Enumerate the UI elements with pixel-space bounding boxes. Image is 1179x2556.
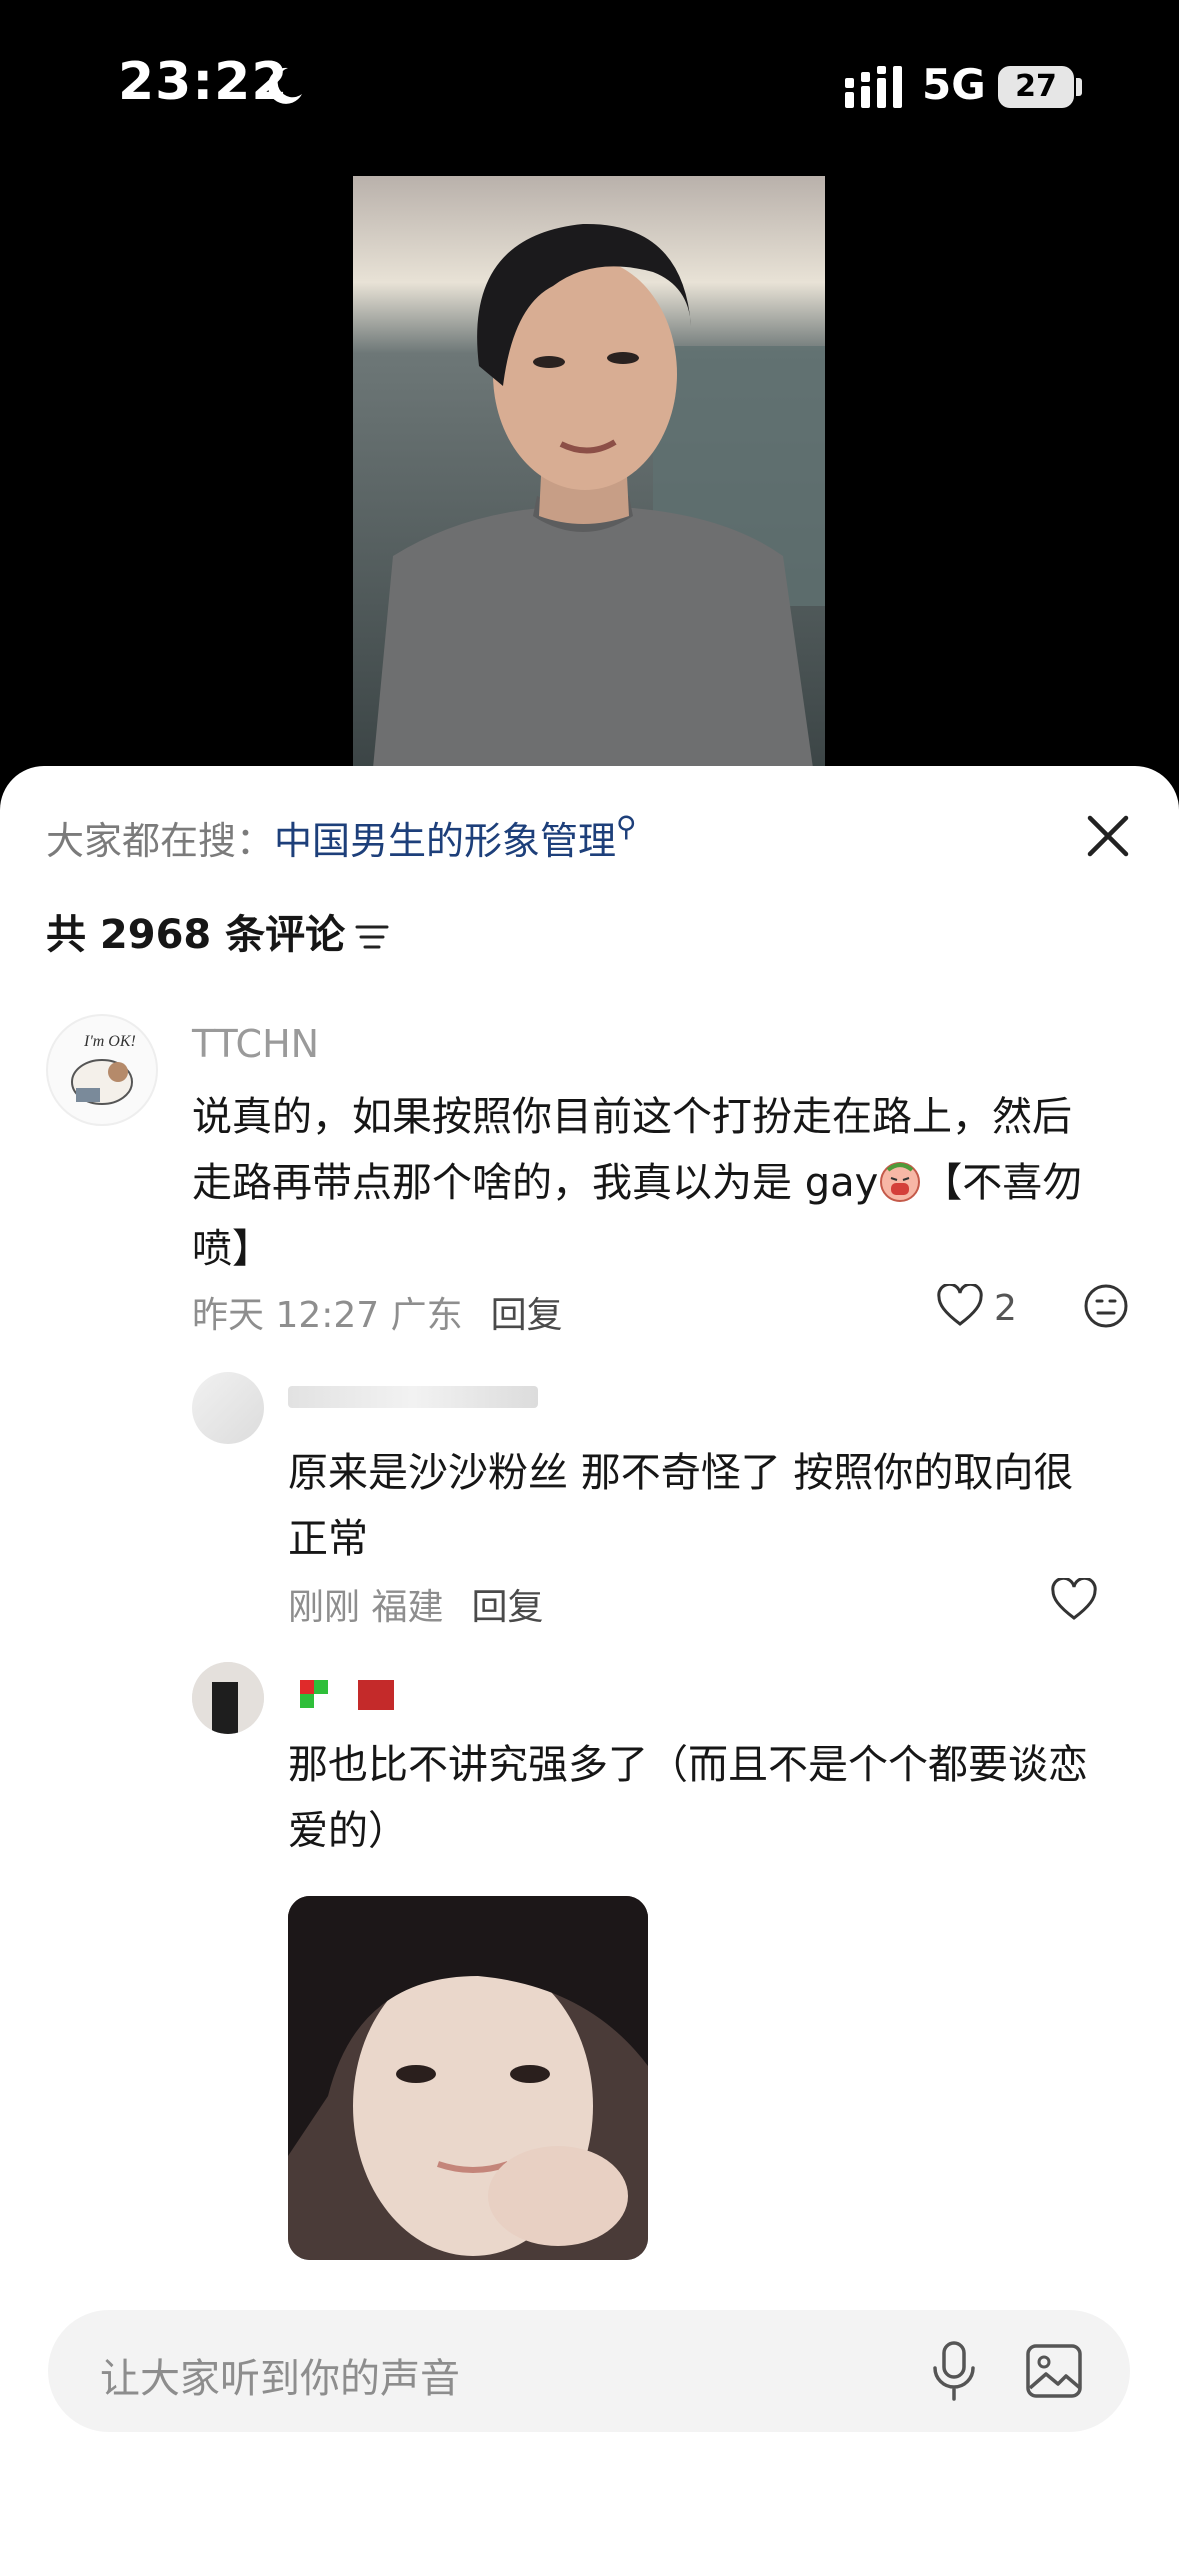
avatar[interactable] xyxy=(192,1372,264,1444)
video-frame-image xyxy=(353,176,825,768)
battery-indicator: 27 xyxy=(998,66,1074,108)
comment-body: 原来是沙沙粉丝 那不奇怪了 按照你的取向很 正常 xyxy=(288,1440,1148,1572)
comment-sheet: 大家都在搜：中国男生的形象管理⚲ 共 2968 条评论 I'm OK! TTCH… xyxy=(0,766,1179,2556)
comment-time: 刚刚 福建 xyxy=(288,1587,444,1628)
comment-meta: 昨天 12:27 广东 回复 xyxy=(192,1286,563,1338)
comment-line: 走路再带点那个啥的，我真以为是 gay 【不喜勿 xyxy=(192,1150,1152,1216)
avatar[interactable]: I'm OK! xyxy=(46,1014,158,1126)
comment-line: 那也比不讲究强多了（而且不是个个都要谈恋 xyxy=(288,1742,1088,1788)
emoji-icon[interactable] xyxy=(1082,1282,1130,1330)
search-icon: ⚲ xyxy=(616,810,637,843)
avatar-text: I'm OK! xyxy=(83,1033,136,1050)
hot-search-bar[interactable]: 大家都在搜：中国男生的形象管理⚲ xyxy=(46,810,637,865)
comment-line: 原来是沙沙粉丝 那不奇怪了 按照你的取向很 xyxy=(288,1450,1074,1496)
heart-icon[interactable] xyxy=(936,1284,984,1328)
battery-tip xyxy=(1076,78,1082,96)
comment-username[interactable]: TTCHN xyxy=(192,1022,319,1066)
video-player[interactable] xyxy=(353,176,825,768)
comment-line: 喷】 xyxy=(192,1226,272,1272)
comment-body: 说真的，如果按照你目前这个打扮走在路上，然后 走路再带点那个啥的，我真以为是 g… xyxy=(192,1084,1152,1282)
avatar-image: I'm OK! xyxy=(71,1033,136,1105)
like-count: 2 xyxy=(994,1288,1017,1329)
hot-search-keyword[interactable]: 中国男生的形象管理 xyxy=(274,819,616,863)
hot-search-prefix: 大家都在搜： xyxy=(46,819,275,863)
reply-button[interactable]: 回复 xyxy=(491,1295,563,1336)
comment-line: 爱的） xyxy=(288,1808,408,1854)
heart-icon[interactable] xyxy=(1050,1578,1098,1622)
comment-input-placeholder: 让大家听到你的声音 xyxy=(100,2356,460,2402)
image-icon[interactable] xyxy=(1024,2342,1084,2400)
username-emoji-icon xyxy=(300,1680,394,1710)
comment-line: 正常 xyxy=(288,1516,368,1562)
signal-icon xyxy=(845,66,902,108)
crying-emoji-icon xyxy=(880,1162,921,1202)
avatar-image xyxy=(192,1662,264,1734)
filter-icon[interactable] xyxy=(355,922,389,952)
comment-body: 那也比不讲究强多了（而且不是个个都要谈恋 爱的） xyxy=(288,1732,1148,1864)
mic-icon[interactable] xyxy=(928,2340,980,2402)
reply-button[interactable]: 回复 xyxy=(471,1587,543,1628)
moon-icon xyxy=(267,67,302,104)
status-bar: 23:22 5G 27 xyxy=(0,0,1179,170)
comment-photo-image xyxy=(288,1896,648,2260)
comment-image[interactable] xyxy=(288,1896,648,2260)
comment-input[interactable]: 让大家听到你的声音 xyxy=(48,2310,1130,2432)
comment-line: 说真的，如果按照你目前这个打扮走在路上，然后 xyxy=(192,1094,1072,1140)
comment-meta: 刚刚 福建 回复 xyxy=(288,1578,543,1630)
comment-count-row: 共 2968 条评论 xyxy=(46,902,389,960)
comment-segment: 走路再带点那个啥的，我真以为是 gay xyxy=(192,1160,879,1206)
username-blurred xyxy=(288,1386,538,1408)
avatar[interactable] xyxy=(192,1662,264,1734)
close-icon[interactable] xyxy=(1080,808,1136,864)
network-type: 5G xyxy=(922,60,986,109)
comment-count: 共 2968 条评论 xyxy=(46,912,346,958)
comment-segment: 【不喜勿 xyxy=(922,1160,1083,1206)
comment-time: 昨天 12:27 广东 xyxy=(192,1295,463,1336)
